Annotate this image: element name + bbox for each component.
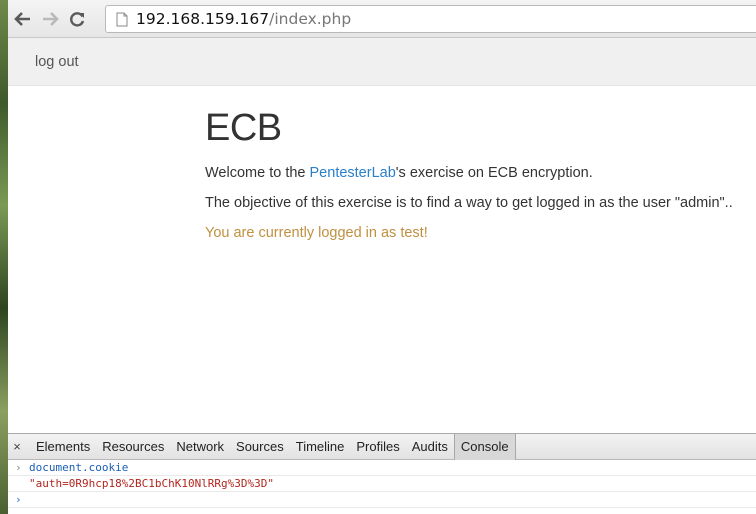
login-status: You are currently logged in as test! [205, 225, 428, 241]
back-arrow-icon [14, 12, 30, 26]
forward-button[interactable] [39, 9, 61, 29]
console-output: › document.cookie "auth=0R9hcp18%2BC1bCh… [8, 460, 756, 508]
pentesterlab-link[interactable]: PentesterLab [310, 165, 396, 181]
devtools-panel: × Elements Resources Network Sources Tim… [8, 433, 756, 514]
url-path: /index.php [269, 10, 352, 28]
page-title: ECB [205, 107, 282, 149]
tab-sources[interactable]: Sources [230, 434, 290, 460]
console-prompt-line[interactable]: › [8, 492, 756, 508]
welcome-text: Welcome to the PentesterLab's exercise o… [205, 164, 745, 182]
welcome-suffix: 's exercise on ECB encryption. [395, 165, 593, 181]
objective-text: The objective of this exercise is to fin… [205, 195, 733, 211]
devtools-tabbar: × Elements Resources Network Sources Tim… [8, 433, 756, 460]
tab-network[interactable]: Network [170, 434, 230, 460]
prompt-icon: › [15, 461, 22, 474]
tab-profiles[interactable]: Profiles [350, 434, 405, 460]
tab-resources[interactable]: Resources [96, 434, 170, 460]
back-button[interactable] [12, 9, 34, 29]
page-icon [116, 12, 128, 26]
prompt-icon: › [15, 493, 22, 506]
desktop-edge [0, 0, 8, 514]
console-input-text: document.cookie [29, 461, 129, 474]
tab-elements[interactable]: Elements [30, 434, 96, 460]
tab-timeline[interactable]: Timeline [290, 434, 351, 460]
site-navbar: log out [8, 38, 756, 86]
console-result-line: "auth=0R9hcp18%2BC1bChK10NlRRg%3D%3D" [8, 476, 756, 492]
address-bar[interactable]: 192.168.159.167/index.php [105, 5, 756, 33]
tab-audits[interactable]: Audits [406, 434, 454, 460]
devtools-close-icon[interactable]: × [8, 439, 26, 454]
welcome-prefix: Welcome to the [205, 165, 310, 181]
browser-toolbar: 192.168.159.167/index.php [8, 0, 756, 38]
console-input-line: › document.cookie [8, 460, 756, 476]
logout-link[interactable]: log out [35, 54, 79, 70]
tab-console[interactable]: Console [453, 433, 516, 460]
reload-button[interactable] [66, 9, 88, 29]
console-result-text: "auth=0R9hcp18%2BC1bChK10NlRRg%3D%3D" [29, 477, 275, 490]
forward-arrow-icon [43, 12, 59, 26]
reload-icon [70, 12, 85, 27]
main-content: ECB Welcome to the PentesterLab's exerci… [205, 104, 745, 242]
url-host: 192.168.159.167 [136, 10, 270, 28]
